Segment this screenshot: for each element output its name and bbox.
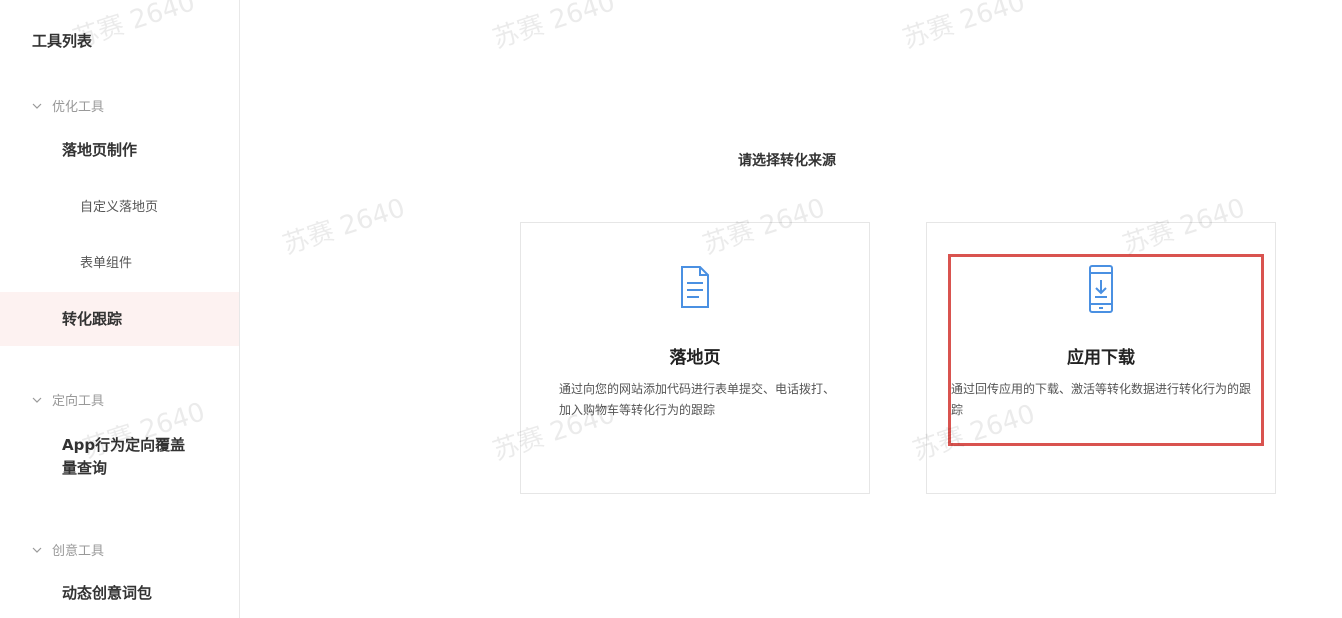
card-desc: 通过回传应用的下载、激活等转化数据进行转化行为的跟踪 (951, 382, 1252, 417)
sidebar-item-app-query[interactable]: App行为定向覆盖 量查询 (0, 434, 239, 480)
group-label: 定向工具 (52, 394, 105, 409)
chevron-down-icon (32, 397, 42, 403)
sidebar-item-form-component[interactable]: 表单组件 (80, 252, 132, 271)
watermark: 苏赛 2640 (899, 0, 1029, 55)
sidebar: 工具列表 优化工具 落地页制作 自定义落地页 表单组件 转化跟踪 定向工具 Ap… (0, 0, 240, 618)
page-title: 请选择转化来源 (0, 150, 1342, 170)
phone-download-icon (1089, 265, 1113, 313)
group-optimize-tools[interactable]: 优化工具 (32, 96, 104, 115)
chevron-down-icon (32, 547, 42, 553)
app-query-line1: App行为定向覆盖 (62, 436, 186, 454)
card-app-download[interactable]: 应用下载 通过回传应用的下载、激活等转化数据进行转化行为的跟踪 (926, 222, 1276, 494)
card-title: 应用下载 (1067, 348, 1135, 368)
watermark: 苏赛 2640 (279, 193, 409, 261)
group-targeting-tools[interactable]: 定向工具 (32, 390, 104, 409)
group-label: 优化工具 (52, 100, 105, 115)
sidebar-item-dynamic-words[interactable]: 动态创意词包 (0, 582, 239, 603)
sidebar-item-custom-landing[interactable]: 自定义落地页 (80, 196, 158, 215)
group-creative-tools[interactable]: 创意工具 (32, 540, 104, 559)
page-title-text: 请选择转化来源 (738, 153, 836, 169)
sidebar-title: 工具列表 (32, 32, 93, 50)
watermark: 苏赛 2640 (489, 0, 619, 55)
card-desc: 通过向您的网站添加代码进行表单提交、电话拨打、加入购物车等转化行为的跟踪 (559, 382, 836, 417)
chevron-down-icon (32, 103, 42, 109)
sidebar-item-conversion-track[interactable]: 转化跟踪 (0, 292, 239, 346)
app-query-line2: 量查询 (62, 459, 108, 477)
document-icon (681, 266, 709, 308)
group-label: 创意工具 (52, 544, 105, 559)
card-title: 落地页 (669, 348, 721, 368)
card-landing-page[interactable]: 落地页 通过向您的网站添加代码进行表单提交、电话拨打、加入购物车等转化行为的跟踪 (520, 222, 870, 494)
